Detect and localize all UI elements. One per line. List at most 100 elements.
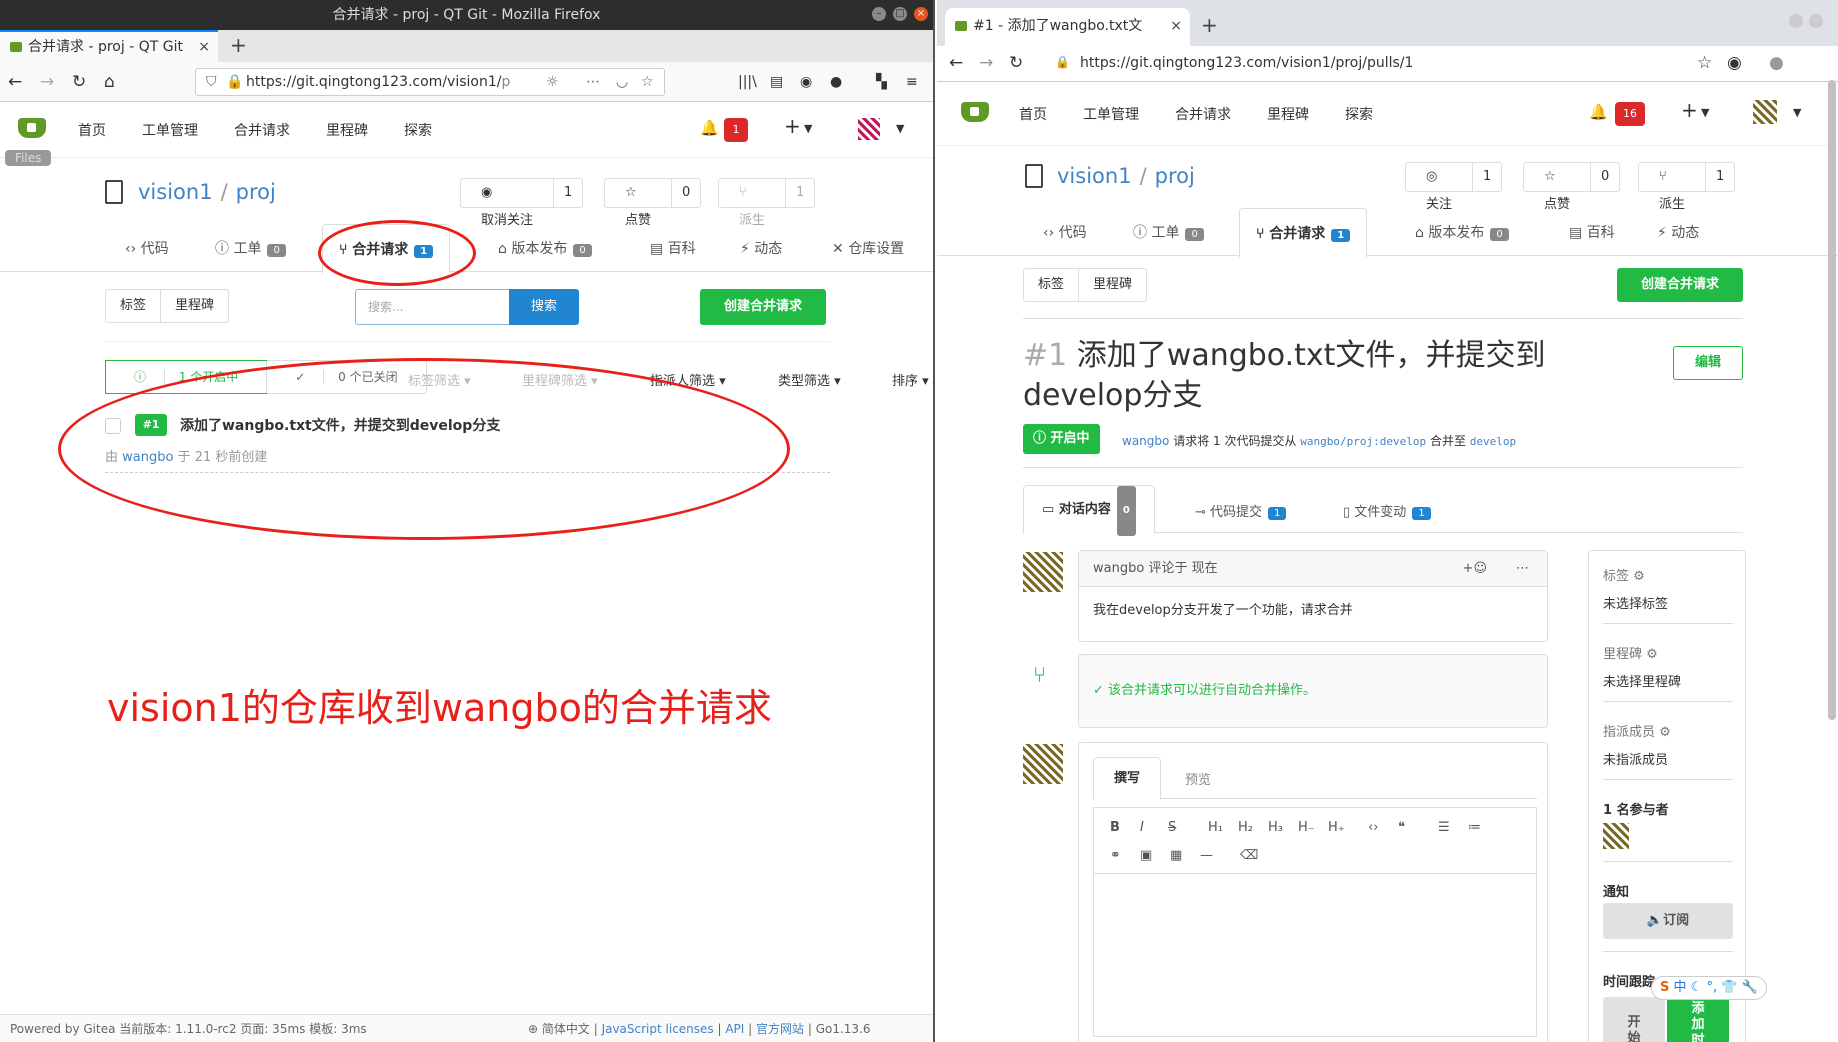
library-icon[interactable]: |||\ xyxy=(738,72,757,92)
close-window-icon[interactable]: × xyxy=(914,7,928,21)
chevron-down-icon[interactable]: ▼ xyxy=(896,122,904,135)
italic-icon[interactable]: I xyxy=(1140,820,1144,835)
table-icon[interactable]: ▦ xyxy=(1170,848,1182,863)
nav-explore[interactable]: 探索 xyxy=(1345,104,1373,124)
tab-issues[interactable]: ⓘ 工单 0 xyxy=(215,238,286,258)
browser-tab[interactable]: 合并请求 - proj - QT Git × xyxy=(0,30,218,62)
heading1-icon[interactable]: H₁ xyxy=(1208,820,1223,835)
repo-owner-link[interactable]: vision1 xyxy=(138,180,213,204)
gitea-logo-icon[interactable] xyxy=(18,118,46,138)
back-icon[interactable]: ← xyxy=(949,53,963,73)
link-icon[interactable]: ⚭ xyxy=(1110,848,1121,863)
star-button[interactable]: ☆ 点赞 0 xyxy=(1523,162,1621,212)
close-tab-icon[interactable]: × xyxy=(198,32,210,62)
chevron-down-icon[interactable]: ▼ xyxy=(1701,106,1709,119)
nav-issues[interactable]: 工单管理 xyxy=(142,120,198,140)
heading3-icon[interactable]: H₃ xyxy=(1268,820,1283,835)
add-reaction-icon[interactable]: +☺ xyxy=(1463,551,1487,587)
maximize-icon[interactable] xyxy=(1809,14,1823,28)
url-bar[interactable]: ⛉ 🔒 https://git.qingtong123.com/vision1/… xyxy=(195,68,665,96)
more-actions-icon[interactable]: ⋯ xyxy=(586,69,600,95)
menu-icon[interactable]: ≡ xyxy=(906,72,918,92)
chevron-down-icon[interactable]: ▼ xyxy=(804,122,812,135)
create-pr-button[interactable]: 创建合并请求 xyxy=(700,289,826,325)
back-icon[interactable]: ← xyxy=(8,72,22,92)
nav-milestones[interactable]: 里程碑 xyxy=(1267,104,1309,124)
preview-tab[interactable]: 预览 xyxy=(1185,769,1211,788)
minimize-icon[interactable] xyxy=(1789,14,1803,28)
home-icon[interactable]: ⌂ xyxy=(104,72,115,92)
search-input[interactable]: 搜索... xyxy=(355,289,510,325)
heading-smaller-icon[interactable]: H₋ xyxy=(1298,820,1315,835)
account-icon[interactable]: ◉ xyxy=(800,72,812,92)
watch-button[interactable]: ◉ 取消关注 1 xyxy=(460,178,584,228)
tab-wiki[interactable]: ▤ 百科 xyxy=(1569,222,1615,242)
labels-button[interactable]: 标签 xyxy=(106,290,160,322)
close-tab-icon[interactable]: × xyxy=(1170,8,1182,44)
tab-pulls[interactable]: ⑂ 合并请求 1 xyxy=(1239,208,1368,258)
target-branch-link[interactable]: develop xyxy=(1470,435,1516,448)
commenter-avatar[interactable] xyxy=(1023,552,1063,592)
nav-explore[interactable]: 探索 xyxy=(404,120,432,140)
new-tab-icon[interactable]: + xyxy=(230,30,247,60)
bell-icon[interactable]: 🔔 xyxy=(1589,103,1608,121)
bulb-icon[interactable]: ☼ xyxy=(546,69,559,95)
extension-icon[interactable]: ● xyxy=(830,72,842,92)
language-selector[interactable]: 简体中文 xyxy=(542,1022,590,1036)
fork-count[interactable]: 1 xyxy=(1705,163,1734,191)
forward-icon[interactable]: → xyxy=(979,53,993,73)
type-filter-dropdown[interactable]: 类型筛选 ▾ xyxy=(778,370,841,389)
bell-icon[interactable]: 🔔 xyxy=(700,119,719,137)
image-icon[interactable]: ▣ xyxy=(1140,848,1152,863)
tab-code[interactable]: ‹› 代码 xyxy=(125,238,169,258)
bookmark-star-icon[interactable]: ☆ xyxy=(1697,53,1712,73)
tab-wiki[interactable]: ▤ 百科 xyxy=(650,238,696,258)
create-pr-button[interactable]: 创建合并请求 xyxy=(1617,268,1743,302)
ime-toolbar[interactable]: S 中 ☾ °, 👕 🔧 xyxy=(1651,976,1767,1000)
editor-area[interactable]: B I S H₁ H₂ H₃ H₋ H₊ ‹› ❝ ☰ ≔ ⚭ ▣ ▦ — ⌫ xyxy=(1093,807,1537,1037)
watch-button[interactable]: ◎ 关注 1 xyxy=(1405,162,1503,212)
source-branch-link[interactable]: wangbo/proj:develop xyxy=(1300,435,1426,448)
nav-issues[interactable]: 工单管理 xyxy=(1083,104,1139,124)
write-tab[interactable]: 撰写 xyxy=(1093,757,1162,800)
pocket-icon[interactable]: ◡ xyxy=(616,69,628,95)
horizontal-rule-icon[interactable]: — xyxy=(1200,848,1213,863)
notification-count[interactable]: 16 xyxy=(1615,102,1645,126)
plus-icon[interactable]: + xyxy=(784,114,801,138)
extension-icon[interactable]: ◉ xyxy=(1727,53,1742,73)
scrollbar[interactable] xyxy=(1828,80,1836,720)
code-icon[interactable]: ‹› xyxy=(1368,820,1378,835)
clean-block-icon[interactable]: ⌫ xyxy=(1240,848,1258,863)
comment-author-link[interactable]: wangbo xyxy=(1093,561,1144,576)
fork-button[interactable]: ⑂ 派生 1 xyxy=(1638,162,1736,212)
star-count[interactable]: 0 xyxy=(1590,163,1619,191)
search-button[interactable]: 搜索 xyxy=(509,289,579,325)
fork-button[interactable]: ⑂ 派生 1 xyxy=(718,178,816,228)
nav-milestones[interactable]: 里程碑 xyxy=(326,120,368,140)
js-licenses-link[interactable]: JavaScript licenses xyxy=(602,1022,714,1036)
tab-issues[interactable]: ⓘ 工单 0 xyxy=(1133,222,1204,242)
repo-owner-link[interactable]: vision1 xyxy=(1057,164,1132,188)
current-user-avatar[interactable] xyxy=(1023,744,1063,784)
reload-icon[interactable]: ↻ xyxy=(1009,53,1023,73)
labels-button[interactable]: 标签 xyxy=(1024,269,1078,301)
quote-icon[interactable]: ❝ xyxy=(1398,820,1405,835)
profile-icon[interactable]: ● xyxy=(1769,53,1784,73)
star-count[interactable]: 0 xyxy=(671,179,700,207)
user-avatar[interactable] xyxy=(858,118,880,140)
chevron-down-icon[interactable]: ▼ xyxy=(1793,106,1801,119)
start-timer-button[interactable]: 开始 xyxy=(1603,997,1665,1042)
edit-title-button[interactable]: 编辑 xyxy=(1673,346,1743,380)
forward-icon[interactable]: → xyxy=(40,72,54,92)
tab-commits[interactable]: ⊸ 代码提交 1 xyxy=(1195,501,1287,520)
nav-pulls[interactable]: 合并请求 xyxy=(1175,104,1231,124)
nav-home[interactable]: 首页 xyxy=(1019,104,1047,124)
nav-pulls[interactable]: 合并请求 xyxy=(234,120,290,140)
strikethrough-icon[interactable]: S xyxy=(1168,820,1176,835)
milestones-button[interactable]: 里程碑 xyxy=(160,290,228,322)
participant-avatar[interactable] xyxy=(1603,823,1629,849)
tab-files[interactable]: ▯ 文件变动 1 xyxy=(1343,501,1431,520)
bookmark-star-icon[interactable]: ☆ xyxy=(641,69,654,95)
website-link[interactable]: 官方网站 xyxy=(756,1022,804,1036)
sidebar-icon[interactable]: ▤ xyxy=(770,72,783,92)
